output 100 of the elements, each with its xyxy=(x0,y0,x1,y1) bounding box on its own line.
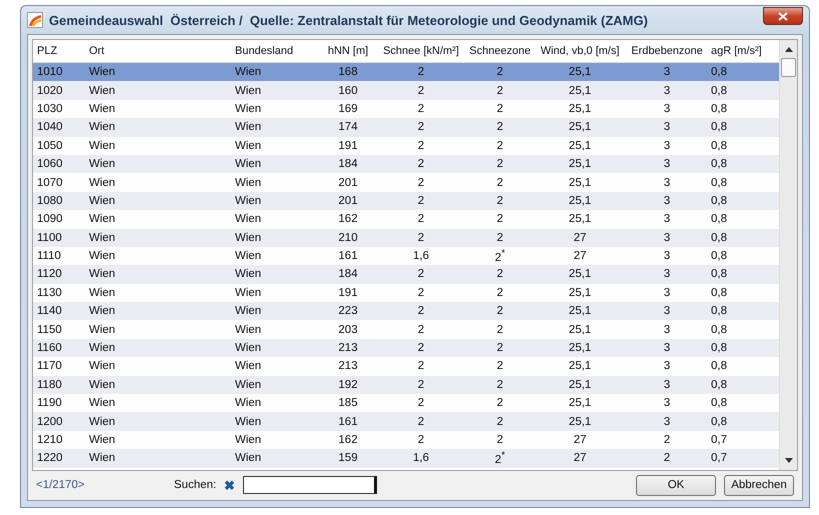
table-cell-text: Wien xyxy=(234,232,262,244)
table-cell-text: 1160 xyxy=(36,342,63,354)
table-cell-text: 1130 xyxy=(36,286,63,299)
table-cell-text: Wien xyxy=(88,360,116,372)
table-cell-text: 213 xyxy=(337,360,359,372)
table-cell-text: 25,1 xyxy=(568,286,592,299)
cancel-button[interactable]: Abbrechen xyxy=(724,474,794,496)
table-row[interactable]: 1120 Wien Wien 184 2 2 25,1 3 0,8 xyxy=(33,265,779,284)
table-cell-text: 1170 xyxy=(36,360,63,372)
table-row[interactable]: 1080 Wien Wien 201 2 2 25,1 3 0,8 xyxy=(33,192,779,210)
table-row[interactable]: 1110 Wien Wien 161 1,6 2$^{*}$ 27 3 0,8 xyxy=(33,246,779,266)
table-cell-text: 0,8 xyxy=(710,268,728,280)
table-row[interactable]: 1140 Wien Wien 223 2 2 25,1 3 0,8 xyxy=(33,302,779,320)
table-cell-text: 0,7 xyxy=(710,434,728,446)
table-cell-text: 2 xyxy=(496,305,504,318)
table-cell-text: 1060 xyxy=(36,158,64,170)
table-cell-text: Wien xyxy=(88,378,116,391)
table-cell-text: 3 xyxy=(662,213,672,226)
table-cell-text: Wien xyxy=(234,342,262,354)
table-cell-text: 0,8 xyxy=(710,378,728,391)
table-cell-text: 2 xyxy=(496,324,504,336)
table-cell-text: 1210 xyxy=(36,434,64,446)
table-cell-text: 2 xyxy=(416,176,426,189)
table-cell-text: 2 xyxy=(496,121,504,134)
table-cell-text: Wien xyxy=(88,140,116,152)
table-cell-text: 1010 xyxy=(36,66,64,78)
table-row[interactable]: 1220 Wien Wien 159 1,6 2$^{*}$ 27 2 0,7 xyxy=(33,449,779,468)
table-cell-text: 223 xyxy=(337,305,359,318)
column-header[interactable]: hNN [m] xyxy=(317,45,375,57)
table-cell-text: Wien xyxy=(234,305,262,318)
column-header[interactable]: Erdbebenzone xyxy=(623,45,707,57)
scroll-thumb[interactable] xyxy=(781,58,796,77)
table-cell-text: Wien xyxy=(234,84,262,97)
table-cell-text: 0,8 xyxy=(710,286,728,299)
table-cell-text: 0,8 xyxy=(710,84,728,97)
close-button[interactable] xyxy=(763,7,803,25)
table-cell-text: Wien xyxy=(234,286,262,299)
table-row[interactable]: 1060 Wien Wien 184 2 2 25,1 3 0,8 xyxy=(33,154,779,174)
table-cell-text: Wien xyxy=(88,232,116,244)
table-cell-text: Wien xyxy=(234,140,262,152)
table-cell-text: 159 xyxy=(337,452,359,464)
table-cell-text: 2 xyxy=(496,102,504,115)
table-cell-text: 0,8 xyxy=(710,250,728,262)
table-cell-text: 168 xyxy=(337,66,359,78)
search-field[interactable] xyxy=(243,476,378,494)
table-cell-text: Wien xyxy=(88,121,116,134)
table-cell-text: 2 xyxy=(416,397,426,410)
table-cell-text: 3 xyxy=(662,360,672,372)
window-title: Gemeindeauswahl Österreich / Quelle: Zentralanstalt für Meteorologie und Geodynamik (ZAMG) xyxy=(49,12,649,28)
column-header[interactable]: Wind, vb,0 [m/s] xyxy=(533,45,623,57)
table-row[interactable]: 1200 Wien Wien 161 2 2 25,1 3 0,8 xyxy=(33,412,779,431)
table-cell-text: 2 xyxy=(416,121,426,134)
table-cell-text: 2 xyxy=(416,268,426,280)
table-row[interactable]: 1180 Wien Wien 192 2 2 25,1 3 0,8 xyxy=(33,376,779,394)
table-cell-text: Wien xyxy=(88,158,116,170)
column-header[interactable]: PLZ xyxy=(33,45,85,57)
ok-button[interactable]: OK xyxy=(636,474,716,496)
table-cell-text: 203 xyxy=(337,324,359,336)
table-cell-text: 3 xyxy=(662,102,672,115)
table-cell-text: 192 xyxy=(337,378,359,391)
table-cell-text: 0,8 xyxy=(710,342,728,354)
table-cell-text: 1050 xyxy=(36,140,64,152)
table-cell-text: 1110 xyxy=(36,250,62,262)
table-cell-text: 25,1 xyxy=(568,140,592,152)
column-header[interactable]: Schnee [kN/m²] xyxy=(375,45,463,57)
table-cell-text: 1030 xyxy=(36,102,64,115)
table-cell-text: 2 xyxy=(496,268,504,280)
table-row[interactable]: 1040 Wien Wien 174 2 2 25,1 3 0,8 xyxy=(33,118,779,137)
table-cell-text: Wien xyxy=(88,268,116,280)
table-cell-text: Wien xyxy=(88,102,116,115)
column-header[interactable]: agR [m/s²] xyxy=(707,45,777,57)
table-cell-text: 0,8 xyxy=(710,232,728,244)
column-header[interactable]: Schneezone xyxy=(463,45,533,57)
scrollbar[interactable] xyxy=(779,40,797,470)
table-cell-text: 3 xyxy=(662,324,672,336)
table-cell-text: 2$^{*}$ xyxy=(494,248,506,264)
table-cell-text: Wien xyxy=(234,268,262,280)
table-row[interactable]: 1010 Wien Wien 168 2 2 25,1 3 0,8 xyxy=(33,63,779,82)
column-header[interactable]: Bundesland xyxy=(231,45,317,57)
column-header[interactable]: Ort xyxy=(85,45,231,57)
table-cell-text: Wien xyxy=(234,360,262,372)
table-cell-text: Wien xyxy=(88,213,116,226)
table-row[interactable]: 1020 Wien Wien 160 2 2 25,1 3 0,8 xyxy=(33,81,779,100)
table-cell-text: 2$^{*}$ xyxy=(494,450,506,466)
table-cell-text: 25,1 xyxy=(568,213,592,226)
table-cell-text: 3 xyxy=(662,121,672,134)
table-cell-text: 2 xyxy=(416,232,426,244)
table-cell-text: 25,1 xyxy=(568,416,592,428)
table-cell-text: Wien xyxy=(88,250,116,262)
table-cell-text: 0,7 xyxy=(710,452,728,464)
clear-search-icon[interactable]: ✖ xyxy=(224,478,236,493)
table-cell-text: 191 xyxy=(337,140,359,152)
table-cell-text: 0,8 xyxy=(710,360,728,372)
table-row[interactable]: 1100 Wien Wien 210 2 2 27 3 0,8 xyxy=(33,228,779,247)
table-cell-text: Wien xyxy=(88,305,116,318)
table-cell-text: 25,1 xyxy=(568,378,592,391)
table-cell-text: 2 xyxy=(496,416,504,428)
table-row[interactable]: 1160 Wien Wien 213 2 2 25,1 3 0,8 xyxy=(33,338,779,358)
table-cell-text: 25,1 xyxy=(568,268,592,280)
table-cell-text: 184 xyxy=(337,158,359,170)
